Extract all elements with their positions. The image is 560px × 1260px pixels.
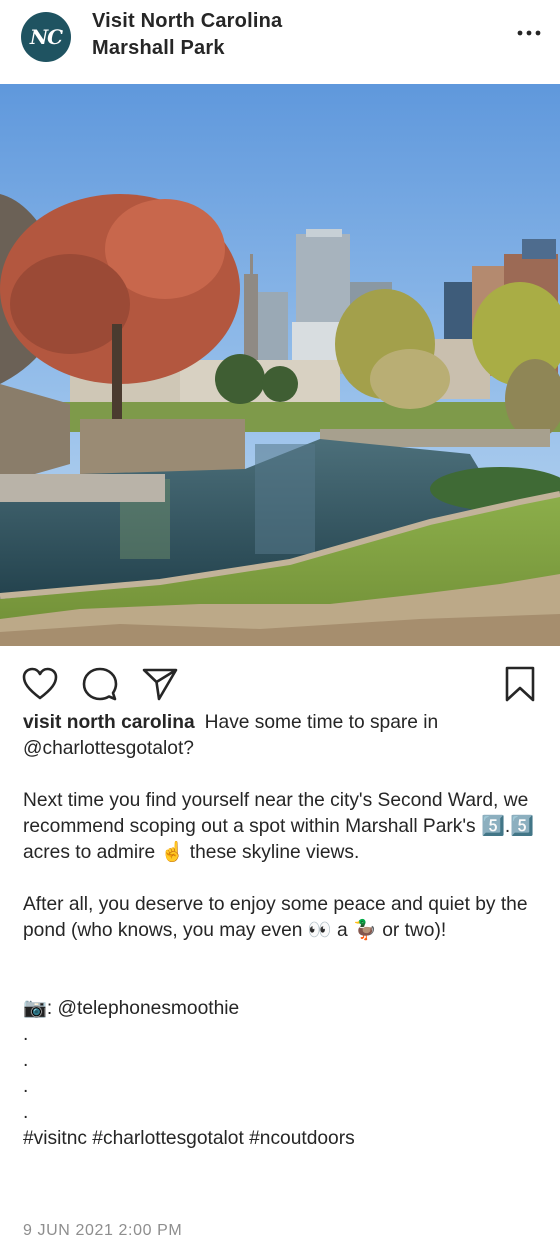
post-photo[interactable] [0,84,560,646]
heart-icon[interactable] [20,664,60,704]
post-caption: visit north carolina Have some time to sp… [23,710,538,1152]
caption-dot: . [23,1050,29,1071]
post-actions [0,646,560,716]
paper-plane-icon[interactable] [140,664,180,704]
bookmark-icon[interactable] [500,664,540,704]
post-location[interactable]: Marshall Park [92,37,225,60]
caption-username[interactable]: visit north carolina [23,712,195,733]
more-horizontal-icon[interactable] [516,20,542,46]
caption-paragraph-3: After all, you deserve to enjoy some pea… [23,894,528,941]
account-name[interactable]: Visit North Carolina [92,10,282,33]
caption-paragraph-2: Next time you find yourself near the cit… [23,790,535,863]
caption-dot: . [23,1024,29,1045]
caption-photo-credit: 📷: @telephonesmoothie [23,998,240,1019]
caption-dot: . [23,1102,29,1123]
comment-bubble-icon[interactable] [80,664,120,704]
account-avatar[interactable]: NC [21,12,71,62]
post-timestamp: 9 JUN 2021 2:00 PM [23,1222,183,1239]
caption-hashtags[interactable]: #visitnc #charlottesgotalot #ncoutdoors [23,1126,538,1152]
caption-intro: visit north carolina Have some time to sp… [23,710,538,762]
avatar-logo-text: NC [29,25,63,49]
post-header: NC Visit North Carolina Marshall Park [0,0,560,84]
caption-dot: . [23,1076,29,1097]
